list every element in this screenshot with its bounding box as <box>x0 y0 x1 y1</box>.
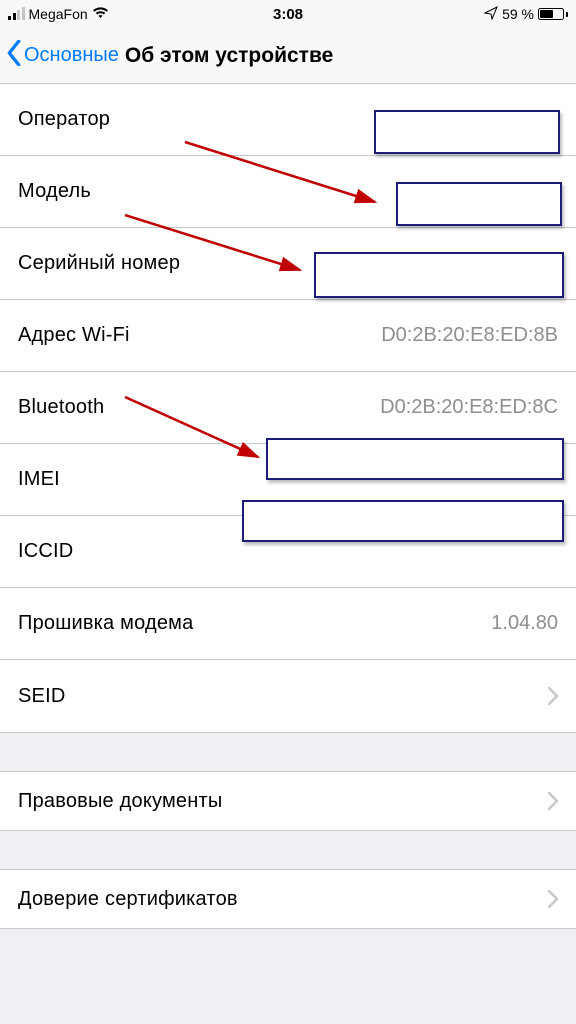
wifi-icon <box>92 6 109 22</box>
divider <box>0 928 576 929</box>
section-gap <box>0 732 576 772</box>
about-list-block-3: Доверие сертификатов <box>0 870 576 928</box>
row-label: Bluetooth <box>18 396 104 419</box>
nav-bar: Основные Об этом устройстве <box>0 28 576 84</box>
row-label: Доверие сертификатов <box>18 888 238 911</box>
chevron-right-icon <box>548 687 558 705</box>
back-button[interactable]: Основные <box>6 40 119 72</box>
chevron-right-icon <box>548 890 558 908</box>
chevron-left-icon <box>6 40 22 72</box>
row-label: Модель <box>18 180 91 203</box>
redaction-box <box>396 182 562 226</box>
row-bluetooth[interactable]: Bluetooth D0:2B:20:E8:ED:8C <box>0 372 576 444</box>
signal-icon <box>8 8 25 20</box>
section-gap <box>0 830 576 870</box>
redaction-box <box>314 252 564 298</box>
row-label: Прошивка модема <box>18 612 193 635</box>
row-wifi[interactable]: Адрес Wi-Fi D0:2B:20:E8:ED:8B <box>0 300 576 372</box>
status-bar: MegaFon 3:08 59 % <box>0 0 576 28</box>
row-seid[interactable]: SEID <box>0 660 576 732</box>
carrier-label: MegaFon <box>29 6 88 22</box>
row-value: 1.04.80 <box>491 612 558 635</box>
row-label: Серийный номер <box>18 252 180 275</box>
row-label: ICCID <box>18 540 73 563</box>
row-label: SEID <box>18 685 65 708</box>
status-time: 3:08 <box>273 6 303 23</box>
status-left: MegaFon <box>8 6 109 22</box>
row-cert-trust[interactable]: Доверие сертификатов <box>0 870 576 928</box>
row-label: Адрес Wi-Fi <box>18 324 130 347</box>
row-label: IMEI <box>18 468 60 491</box>
battery-label: 59 % <box>502 6 534 22</box>
page-title: Об этом устройстве <box>125 44 333 68</box>
chevron-right-icon <box>548 792 558 810</box>
redaction-box <box>374 110 560 154</box>
redaction-box <box>266 438 564 480</box>
back-label: Основные <box>24 44 119 67</box>
row-label: Правовые документы <box>18 790 222 813</box>
location-icon <box>484 6 498 23</box>
row-legal[interactable]: Правовые документы <box>0 772 576 830</box>
row-modem[interactable]: Прошивка модема 1.04.80 <box>0 588 576 660</box>
redaction-box <box>242 500 564 542</box>
status-right: 59 % <box>484 6 568 23</box>
row-label: Оператор <box>18 108 110 131</box>
row-value: D0:2B:20:E8:ED:8B <box>381 324 558 347</box>
battery-icon <box>538 8 568 20</box>
row-value: D0:2B:20:E8:ED:8C <box>380 396 558 419</box>
about-list-block-2: Правовые документы <box>0 772 576 830</box>
